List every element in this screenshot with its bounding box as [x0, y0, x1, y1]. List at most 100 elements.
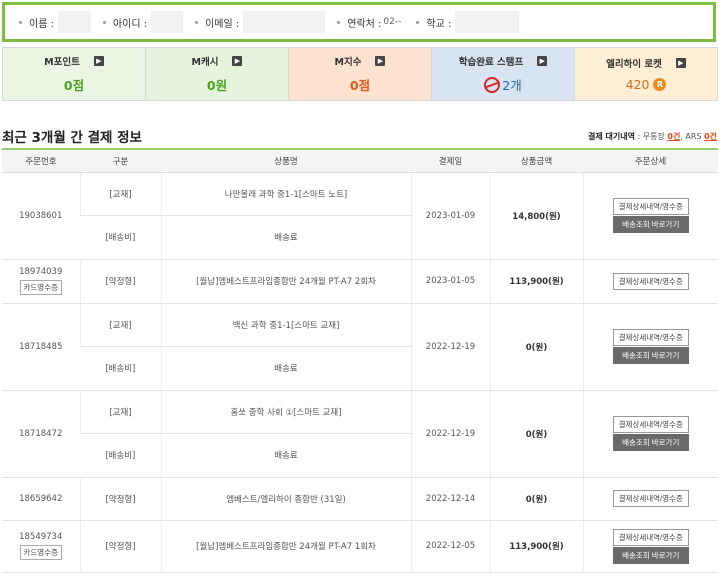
col-header: 주문상세 — [583, 148, 718, 173]
amount: 0(원) — [489, 477, 583, 521]
item-type: [배송비] — [80, 346, 161, 391]
arrow-right-icon[interactable]: ▶ — [93, 56, 104, 66]
payment-detail-button[interactable]: 결제상세내역/영수증 — [612, 490, 689, 507]
order-number-cell: 18549734 카드영수증 — [2, 520, 80, 573]
item-name: 배송료 — [160, 215, 411, 260]
shipping-track-button[interactable]: 배송조회 바로가기 — [612, 347, 689, 364]
payment-detail-button[interactable]: 결제상세내역/영수증 — [612, 198, 689, 215]
pending-label: 결제 대기내역 — [588, 132, 635, 141]
amount: 0(원) — [489, 303, 583, 391]
pending-payments: 결제 대기내역 : 무통장 0건, ARS 0건 — [588, 131, 717, 142]
payment-detail-button[interactable]: 결제상세내역/영수증 — [612, 329, 689, 346]
stamp-icon — [484, 76, 501, 93]
stat-value: 420 — [625, 77, 650, 92]
profile-email: 이메일 : — [195, 11, 326, 33]
section-title: 최근 3개월 간 결제 정보 — [2, 130, 142, 146]
bullet-icon — [416, 20, 420, 24]
amount: 14,800(원) — [489, 172, 583, 260]
table-row: 18718472 [교재] 홈쏘 중학 사회 ①[스마트 교재] 2022-12… — [2, 390, 718, 478]
payment-detail-button[interactable]: 결제상세내역/영수증 — [612, 416, 689, 433]
shipping-track-button[interactable]: 배송조회 바로가기 — [612, 434, 689, 451]
table-row: 18549734 카드영수증 [약정형] [월납]엠베스트프라임종합반 24개월… — [2, 520, 718, 573]
bullet-icon — [195, 20, 199, 24]
pay-date: 2023-01-09 — [410, 172, 490, 260]
card-receipt-button[interactable]: 카드영수증 — [19, 280, 62, 295]
phone-label: 연락처 : — [347, 18, 382, 30]
card-receipt-button[interactable]: 카드영수증 — [19, 545, 62, 560]
profile-school: 학교 : — [416, 11, 520, 33]
arrow-right-icon[interactable]: ▶ — [675, 58, 686, 68]
arrow-right-icon[interactable]: ▶ — [375, 56, 386, 66]
stat-label: 학습완료 스탬프 — [458, 57, 524, 68]
order-detail-cell: 결제상세내역/영수증 배송조회 바로가기 — [582, 390, 718, 478]
payment-detail-button[interactable]: 결제상세내역/영수증 — [612, 528, 689, 546]
stat-m-cash[interactable]: M캐시 ▶ 0원 — [146, 48, 289, 100]
stat-m-index[interactable]: M지수 ▶ 0점 — [289, 48, 432, 100]
order-number: 18549734 — [19, 532, 63, 542]
stat-value: 0원 — [206, 78, 228, 93]
school-label: 학교 : — [426, 18, 452, 30]
stat-value: 0점 — [63, 78, 85, 93]
arrow-right-icon[interactable]: ▶ — [537, 56, 548, 66]
id-label: 아이디 : — [112, 18, 148, 30]
phone-value: 02-- — [383, 17, 402, 27]
profile-box: 이름 : 아이디 : 이메일 : 연락처 : 02-- 학교 : — [2, 2, 716, 42]
id-value — [151, 11, 184, 33]
order-detail-cell: 결제상세내역/영수증 배송조회 바로가기 — [582, 172, 718, 260]
item-name: [월납]엠베스트프라임종합반 24개월 PT-A7 1회차 — [160, 520, 411, 573]
item-type: [약정형] — [79, 259, 161, 304]
item-name: 배송료 — [160, 346, 411, 391]
pending-ars-count[interactable]: 0건 — [704, 132, 717, 141]
order-number: 18718472 — [2, 390, 80, 478]
item-name: 나만볼래 과학 중1-1[스마트 노트] — [160, 172, 411, 216]
col-header: 주문번호 — [2, 148, 80, 173]
payment-table: 주문번호 구분 상품명 결제일 상품금액 주문상세 19038601 [교재] … — [2, 148, 718, 573]
payment-detail-button[interactable]: 결제상세내역/영수증 — [612, 272, 689, 290]
bullet-icon — [102, 20, 106, 24]
arrow-right-icon[interactable]: ▶ — [232, 56, 243, 66]
profile-id: 아이디 : — [102, 11, 184, 33]
amount: 113,900(원) — [489, 259, 583, 304]
item-name: 홈쏘 중학 사회 ①[스마트 교재] — [160, 390, 411, 434]
stat-m-point[interactable]: M포인트 ▶ 0점 — [3, 48, 146, 100]
item-type: [약정형] — [79, 520, 161, 573]
profile-phone: 연락처 : 02-- — [337, 11, 404, 33]
stat-label: M캐시 — [191, 57, 219, 68]
col-header: 구분 — [80, 148, 161, 173]
order-number: 18718485 — [2, 303, 80, 391]
item-type: [교재] — [79, 172, 161, 216]
pay-date: 2022-12-19 — [410, 303, 490, 391]
order-detail-cell: 결제상세내역/영수증 — [582, 259, 718, 304]
pending-bank-count[interactable]: 0건 — [667, 132, 680, 141]
order-detail-cell: 결제상세내역/영수증 배송조회 바로가기 — [582, 303, 718, 391]
item-type: [교재] — [79, 390, 161, 434]
order-number: 18659642 — [2, 477, 80, 521]
table-header-row: 주문번호 구분 상품명 결제일 상품금액 주문상세 — [2, 148, 718, 173]
item-name: 배송료 — [160, 433, 411, 478]
order-number-cell: 18974039 카드영수증 — [2, 259, 80, 304]
name-value — [57, 11, 91, 33]
order-number: 19038601 — [2, 172, 80, 260]
shipping-track-button[interactable]: 배송조회 바로가기 — [612, 546, 689, 564]
stat-label: M지수 — [334, 57, 362, 68]
item-name: [월납]엠베스트프라임종합반 24개월 PT-A7 2회차 — [160, 259, 411, 304]
stat-stamp[interactable]: 학습완료 스탬프 ▶ 2개 — [432, 48, 575, 100]
item-name: 백신 과학 중1-1[스마트 교재] — [160, 303, 411, 347]
stats-bar: M포인트 ▶ 0점 M캐시 ▶ 0원 M지수 ▶ 0점 학습완료 스탬프 ▶ 2개 엘리… — [2, 47, 718, 101]
name-label: 이름 : — [29, 18, 54, 30]
profile-name: 이름 : — [19, 11, 91, 33]
stat-rocket[interactable]: 엘리하이 로켓 ▶ 420 R — [575, 48, 717, 100]
col-header: 상품금액 — [490, 148, 583, 173]
table-row: 19038601 [교재] 나만볼래 과학 중1-1[스마트 노트] 2023-… — [2, 172, 718, 260]
pay-date: 2022-12-14 — [410, 477, 490, 521]
school-value — [455, 11, 520, 33]
pending-text: : 무통장 — [634, 132, 668, 141]
item-type: [교재] — [79, 303, 161, 347]
stat-value: 2개 — [502, 78, 522, 93]
stat-label: M포인트 — [44, 57, 80, 68]
pending-text: , ARS — [680, 132, 705, 141]
item-type: [배송비] — [80, 433, 161, 478]
shipping-track-button[interactable]: 배송조회 바로가기 — [612, 216, 689, 233]
col-header: 결제일 — [411, 148, 490, 173]
order-detail-cell: 결제상세내역/영수증 — [582, 477, 718, 521]
